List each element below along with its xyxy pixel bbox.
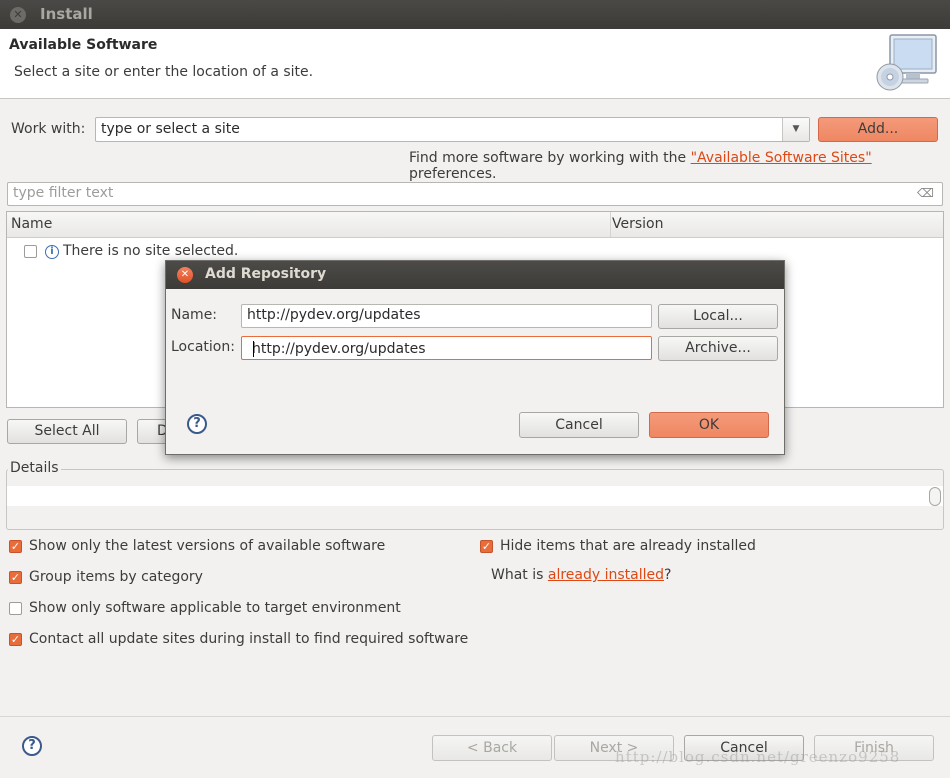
table-row[interactable]: i There is no site selected. [24,243,624,261]
available-software-sites-link[interactable]: "Available Software Sites" [691,150,872,166]
repository-name-field[interactable]: http://pydev.org/updates [241,304,652,328]
page-title: Available Software [9,37,158,53]
checkbox-checked[interactable]: ✓ [9,571,22,584]
text-cursor [253,341,254,357]
checkbox-unchecked[interactable] [9,602,22,615]
dialog-title: Add Repository [205,266,327,282]
watermark-text: http://blog.csdn.net/greenzo9258 [615,748,901,766]
help-icon[interactable]: ? [22,736,42,756]
column-header-name[interactable]: Name [11,216,52,232]
add-button[interactable]: Add... [818,117,938,142]
monitor-cd-icon [876,34,937,91]
work-with-combo[interactable]: type or select a site ▼ [95,117,810,142]
details-label: Details [8,460,61,476]
local-button[interactable]: Local... [658,304,778,329]
archive-button[interactable]: Archive... [658,336,778,361]
dialog-help-icon[interactable]: ? [187,414,207,434]
add-repository-dialog: ✕ Add Repository Name: http://pydev.org/… [165,260,785,455]
table-header: Name Version [7,212,943,238]
info-icon: i [45,245,59,259]
back-button[interactable]: < Back [432,735,552,761]
checkbox-checked[interactable]: ✓ [480,540,493,553]
clear-filter-icon[interactable]: ⌫ [917,186,934,200]
filter-input[interactable]: type filter text ⌫ [7,182,943,206]
select-all-button[interactable]: Select All [7,419,127,444]
what-is-installed-text: What is already installed? [491,567,672,583]
dialog-cancel-button[interactable]: Cancel [519,412,639,438]
work-with-label: Work with: [11,121,86,137]
checkbox-checked[interactable]: ✓ [9,633,22,646]
details-text-area [7,486,943,506]
close-icon[interactable]: ✕ [10,7,26,23]
window-titlebar: ✕ Install [0,0,950,29]
details-scrollbar[interactable] [929,487,941,506]
window-title: Install [40,5,93,23]
chevron-down-icon[interactable]: ▼ [782,118,809,141]
checkbox-checked[interactable]: ✓ [9,540,22,553]
table-empty-message: There is no site selected. [63,243,239,259]
location-label: Location: [171,339,235,355]
footer-separator [0,716,950,717]
work-with-value: type or select a site [101,121,240,137]
column-header-version[interactable]: Version [610,212,663,237]
row-checkbox[interactable] [24,245,37,258]
name-label: Name: [171,307,218,323]
dialog-close-icon[interactable]: ✕ [177,267,193,283]
find-more-text: Find more software by working with the "… [409,150,872,182]
wizard-header: Available Software Select a site or ente… [0,29,950,99]
repository-location-field[interactable]: http://pydev.org/updates [241,336,652,360]
dialog-titlebar: ✕ Add Repository [166,261,784,289]
dialog-ok-button[interactable]: OK [649,412,769,438]
already-installed-link[interactable]: already installed [548,567,664,583]
page-subtitle: Select a site or enter the location of a… [14,64,314,80]
